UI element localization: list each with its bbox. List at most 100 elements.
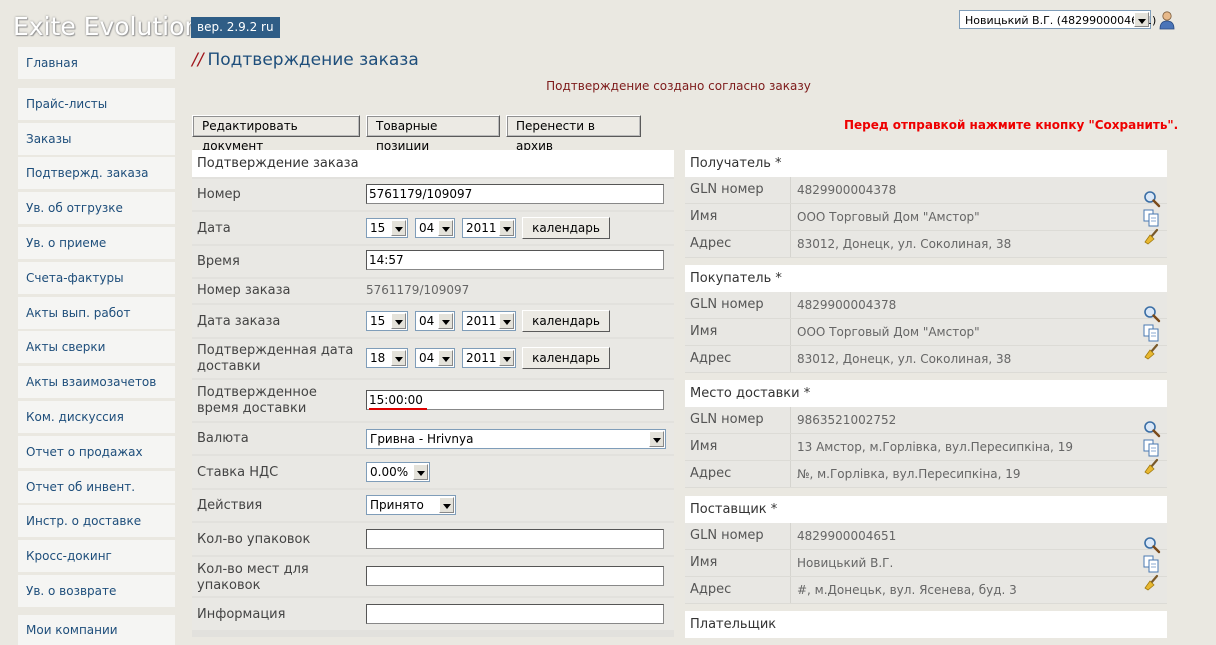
- sidebar-item[interactable]: Ком. дискуссия: [18, 401, 175, 433]
- sidebar-item[interactable]: Инстр. о доставке: [18, 505, 175, 537]
- vat-select[interactable]: 0.00%: [366, 462, 430, 482]
- confirmed-date-label: Подтвержденная дата доставки: [197, 343, 354, 374]
- info-label: Информация: [197, 607, 286, 622]
- sidebar-item[interactable]: Заказы: [18, 123, 175, 155]
- user-select[interactable]: Новицький В.Г. (4829900004651): [959, 10, 1156, 29]
- party-row-value: 4829900004651: [797, 529, 897, 543]
- sidebar-item[interactable]: Акты взаимозачетов: [18, 366, 175, 398]
- app-logo: Exite Evolution: [13, 12, 201, 41]
- search-icon[interactable]: [1142, 305, 1162, 323]
- sidebar-item[interactable]: Отчет об инвент.: [18, 471, 175, 503]
- items-button[interactable]: Товарные позиции: [366, 115, 500, 153]
- form-row-confirmed-time: Подтвержденное время доставки 15:00:00: [192, 380, 674, 421]
- confirmed-date-calendar-button[interactable]: календарь: [522, 347, 610, 369]
- party-row-value: №, м.Горлівка, вул.Пересипкіна, 19: [797, 467, 1021, 481]
- version-badge: вер. 2.9.2 ru: [191, 17, 280, 38]
- copy-icon[interactable]: [1142, 324, 1162, 342]
- party-row-value: ООО Торговый Дом "Амстор": [797, 210, 980, 224]
- chevron-down-icon[interactable]: [413, 464, 428, 480]
- chevron-down-icon[interactable]: [649, 431, 664, 447]
- vat-label: Ставка НДС: [197, 465, 279, 480]
- date-month-select[interactable]: 04: [415, 218, 455, 238]
- search-icon[interactable]: [1142, 420, 1162, 438]
- party-row-value: #, м.Донецьк, вул. Ясенева, буд. 3: [797, 583, 1017, 597]
- form-row-info: Информация: [192, 598, 674, 630]
- chevron-down-icon[interactable]: [499, 350, 514, 366]
- sidebar-item[interactable]: Мои компании: [18, 615, 175, 645]
- form-row-confirmed-date: Подтвержденная дата доставки 18 04 2011 к…: [192, 339, 674, 378]
- copy-icon[interactable]: [1142, 555, 1162, 573]
- order-confirmation-form: Подтверждение заказа Номер 5761179/10909…: [192, 150, 674, 637]
- actions-label: Действия: [197, 498, 263, 513]
- date-calendar-button[interactable]: календарь: [522, 217, 610, 239]
- currency-select[interactable]: Гривна - Hrivnya: [366, 429, 666, 449]
- sidebar-item[interactable]: Акты сверки: [18, 331, 175, 363]
- party-row-label: Адрес: [690, 577, 791, 603]
- sidebar-item[interactable]: Подтвержд. заказа: [18, 157, 175, 189]
- sidebar-item[interactable]: Счета-фактуры: [18, 262, 175, 294]
- sidebar-item[interactable]: Кросс-докинг: [18, 540, 175, 572]
- chevron-down-icon[interactable]: [438, 350, 453, 366]
- party-row-label: Адрес: [690, 346, 791, 372]
- party-row-label: GLN номер: [690, 292, 791, 318]
- date-label: Дата: [197, 221, 231, 236]
- places-input[interactable]: [366, 566, 664, 586]
- copy-icon[interactable]: [1142, 439, 1162, 457]
- sidebar-item[interactable]: Ув. о возврате: [18, 575, 175, 607]
- actions-select[interactable]: Принято: [366, 495, 456, 515]
- party-row: GLN номер 4829900004378: [685, 292, 1167, 319]
- confirmed-date-month-select[interactable]: 04: [415, 348, 455, 368]
- party-row-label: Имя: [690, 434, 791, 460]
- date-day-select[interactable]: 15: [366, 218, 408, 238]
- spellcheck-underline: [369, 408, 427, 410]
- confirmed-date-year-select[interactable]: 2011: [462, 348, 516, 368]
- chevron-down-icon[interactable]: [1134, 12, 1149, 27]
- clear-brush-icon[interactable]: [1142, 343, 1162, 361]
- copy-icon[interactable]: [1142, 209, 1162, 227]
- confirmed-time-input[interactable]: 15:00:00: [366, 390, 664, 410]
- form-row-order-date: Дата заказа 15 04 2011 календарь: [192, 305, 674, 337]
- time-input[interactable]: 14:57: [366, 250, 664, 270]
- sidebar-item[interactable]: Ув. об отгрузке: [18, 192, 175, 224]
- confirmed-date-day-select[interactable]: 18: [366, 348, 408, 368]
- clear-brush-icon[interactable]: [1142, 458, 1162, 476]
- chevron-down-icon[interactable]: [391, 350, 406, 366]
- sidebar-item[interactable]: Главная: [18, 47, 175, 79]
- form-header: Подтверждение заказа: [192, 150, 674, 177]
- places-label: Кол-во мест для упаковок: [197, 562, 309, 593]
- chevron-down-icon[interactable]: [391, 313, 406, 329]
- sidebar-item[interactable]: Прайс-листы: [18, 88, 175, 120]
- packages-input[interactable]: [366, 529, 664, 549]
- order-date-month-select[interactable]: 04: [415, 311, 455, 331]
- order-date-day-select[interactable]: 15: [366, 311, 408, 331]
- sidebar-item[interactable]: Акты вып. работ: [18, 297, 175, 329]
- form-row-places: Кол-во мест для упаковок: [192, 557, 674, 596]
- party-row: Адрес 83012, Донецк, ул. Соколиная, 38: [685, 346, 1167, 373]
- search-icon[interactable]: [1142, 536, 1162, 554]
- number-input[interactable]: 5761179/109097: [366, 184, 664, 204]
- order-date-year-select[interactable]: 2011: [462, 311, 516, 331]
- user-icon[interactable]: [1157, 10, 1177, 30]
- chevron-down-icon[interactable]: [438, 220, 453, 236]
- party-row-value: ООО Торговый Дом "Амстор": [797, 325, 980, 339]
- form-row-vat: Ставка НДС 0.00%: [192, 456, 674, 488]
- edit-document-button[interactable]: Редактировать документ: [192, 115, 360, 153]
- clear-brush-icon[interactable]: [1142, 228, 1162, 246]
- archive-button[interactable]: Перенести в архив: [506, 115, 641, 153]
- sidebar-item[interactable]: Ув. о приеме: [18, 227, 175, 259]
- chevron-down-icon[interactable]: [499, 220, 514, 236]
- chevron-down-icon[interactable]: [391, 220, 406, 236]
- party-row: Адрес #, м.Донецьк, вул. Ясенева, буд. 3: [685, 577, 1167, 604]
- chevron-down-icon[interactable]: [439, 497, 454, 513]
- form-row-currency: Валюта Гривна - Hrivnya: [192, 423, 674, 454]
- date-year-select[interactable]: 2011: [462, 218, 516, 238]
- party-row: GLN номер 4829900004378: [685, 177, 1167, 204]
- info-input[interactable]: [366, 604, 664, 624]
- chevron-down-icon[interactable]: [499, 313, 514, 329]
- sidebar-item[interactable]: Отчет о продажах: [18, 436, 175, 468]
- chevron-down-icon[interactable]: [438, 313, 453, 329]
- order-date-calendar-button[interactable]: календарь: [522, 310, 610, 332]
- search-icon[interactable]: [1142, 190, 1162, 208]
- party-row-value: 4829900004378: [797, 183, 897, 197]
- clear-brush-icon[interactable]: [1142, 574, 1162, 592]
